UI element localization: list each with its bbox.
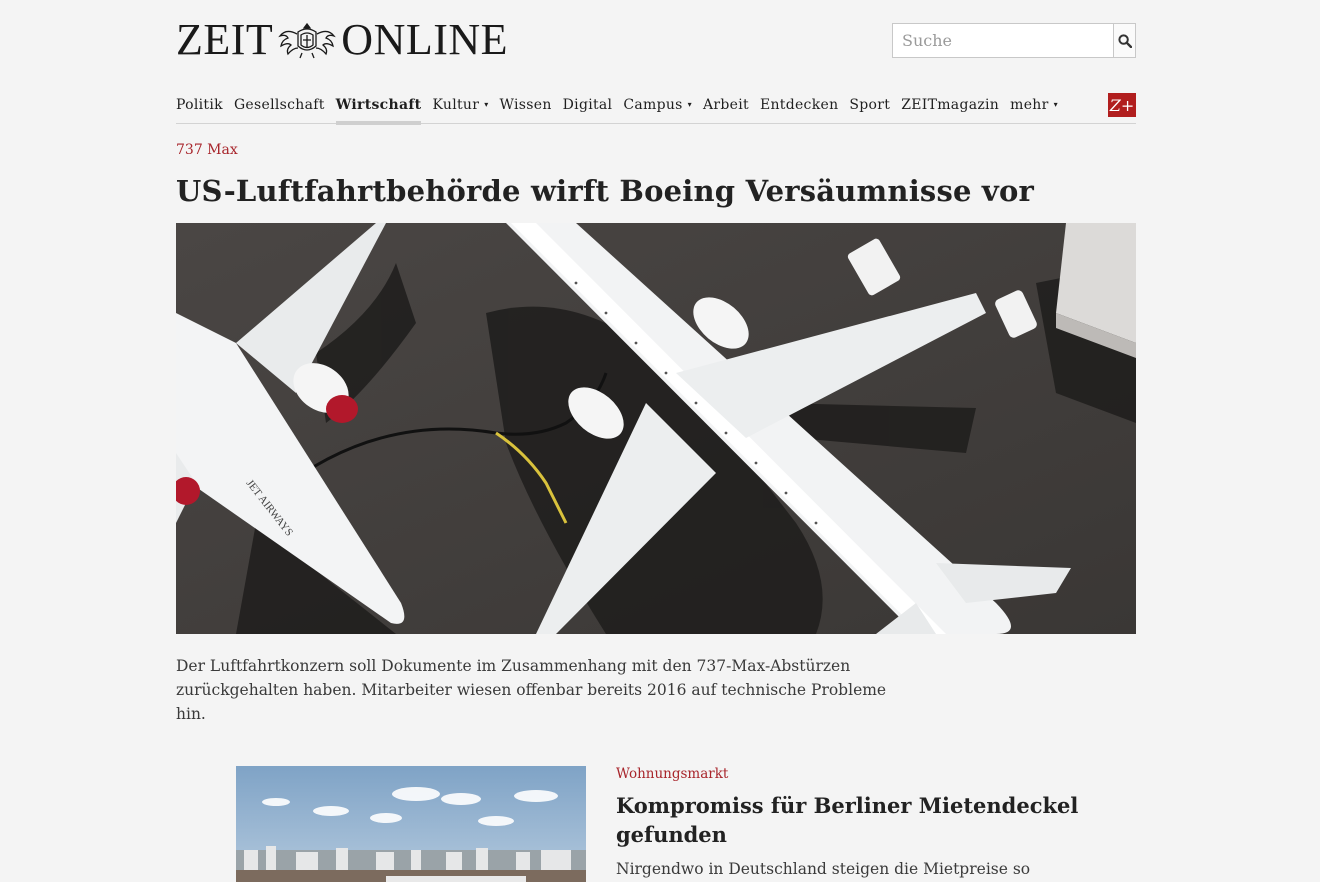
- nav-item-label: Gesellschaft: [233, 97, 325, 113]
- nav-item-label: Entdecken: [759, 97, 839, 113]
- nav-item-zeitmagazin[interactable]: ZEITmagazin: [901, 92, 999, 124]
- berlin-skyline-photo: [236, 766, 586, 882]
- zeit-online-logo[interactable]: ZEIT ONLINE: [176, 18, 508, 62]
- second-article-image[interactable]: [236, 766, 586, 882]
- nav-item-wissen[interactable]: Wissen: [500, 92, 552, 124]
- logo-text-online: ONLINE: [341, 15, 509, 64]
- second-headline[interactable]: Kompromiss für Berliner Mietendeckel gef…: [616, 791, 1086, 849]
- nav-item-label: Wirtschaft: [335, 97, 422, 113]
- search-input[interactable]: [893, 24, 1113, 57]
- nav-item-label: ZEITmagazin: [901, 97, 1000, 113]
- nav-item-label: Sport: [849, 97, 891, 113]
- search-box: [892, 23, 1136, 58]
- lead-teaser[interactable]: Der Luftfahrtkonzern soll Dokumente im Z…: [176, 654, 904, 726]
- caret-down-icon: ▾: [484, 100, 489, 109]
- zplus-button[interactable]: Z+: [1108, 93, 1136, 117]
- nav-item-gesellschaft[interactable]: Gesellschaft: [234, 92, 325, 124]
- nav-item-label: Wissen: [499, 97, 552, 113]
- nav-item-label: Digital: [562, 97, 613, 113]
- nav-item-mehr[interactable]: mehr ▾: [1010, 92, 1058, 124]
- nav-item-label: mehr: [1010, 97, 1049, 113]
- page: ZEIT ONLINE PolitikGesellschaftWirtsch: [0, 0, 1320, 882]
- nav-item-kultur[interactable]: Kultur ▾: [432, 92, 488, 124]
- nav-item-label: Kultur: [432, 97, 480, 113]
- parked-airplanes-photo: JET AIRWAYS: [176, 223, 1136, 634]
- logo-text-zeit: ZEIT: [176, 15, 274, 64]
- second-kicker[interactable]: Wohnungsmarkt: [616, 766, 728, 782]
- lead-headline[interactable]: US-Luftfahrtbehörde wirft Boeing Versäum…: [176, 171, 1136, 211]
- lead-kicker[interactable]: 737 Max: [176, 142, 238, 158]
- second-teaser[interactable]: Nirgendwo in Deutschland steigen die Mie…: [616, 857, 1086, 881]
- nav-item-label: Politik: [176, 97, 223, 113]
- nav-item-arbeit[interactable]: Arbeit: [703, 92, 749, 124]
- eagle-crest-icon: [278, 22, 337, 59]
- main-navigation: Politik Gesellschaft Wirtschaft Kultur ▾ Wiss…: [176, 92, 1136, 125]
- nav-item-label: Arbeit: [702, 97, 749, 113]
- search-button[interactable]: [1113, 24, 1135, 57]
- nav-item-politik[interactable]: Politik: [176, 92, 223, 124]
- caret-down-icon: ▾: [1053, 100, 1058, 109]
- caret-down-icon: ▾: [687, 100, 692, 109]
- nav-item-wirtschaft[interactable]: Wirtschaft: [335, 92, 422, 125]
- search-icon: [1117, 33, 1132, 48]
- nav-list: Politik Gesellschaft Wirtschaft Kultur ▾ Wiss…: [176, 92, 1136, 125]
- nav-item-digital[interactable]: Digital: [563, 92, 613, 124]
- nav-item-label: Campus: [623, 97, 683, 113]
- nav-item-entdecken[interactable]: Entdecken: [760, 92, 838, 124]
- lead-image[interactable]: JET AIRWAYS: [176, 223, 1136, 634]
- nav-item-campus[interactable]: Campus ▾: [623, 92, 692, 124]
- nav-item-sport[interactable]: Sport: [849, 92, 890, 124]
